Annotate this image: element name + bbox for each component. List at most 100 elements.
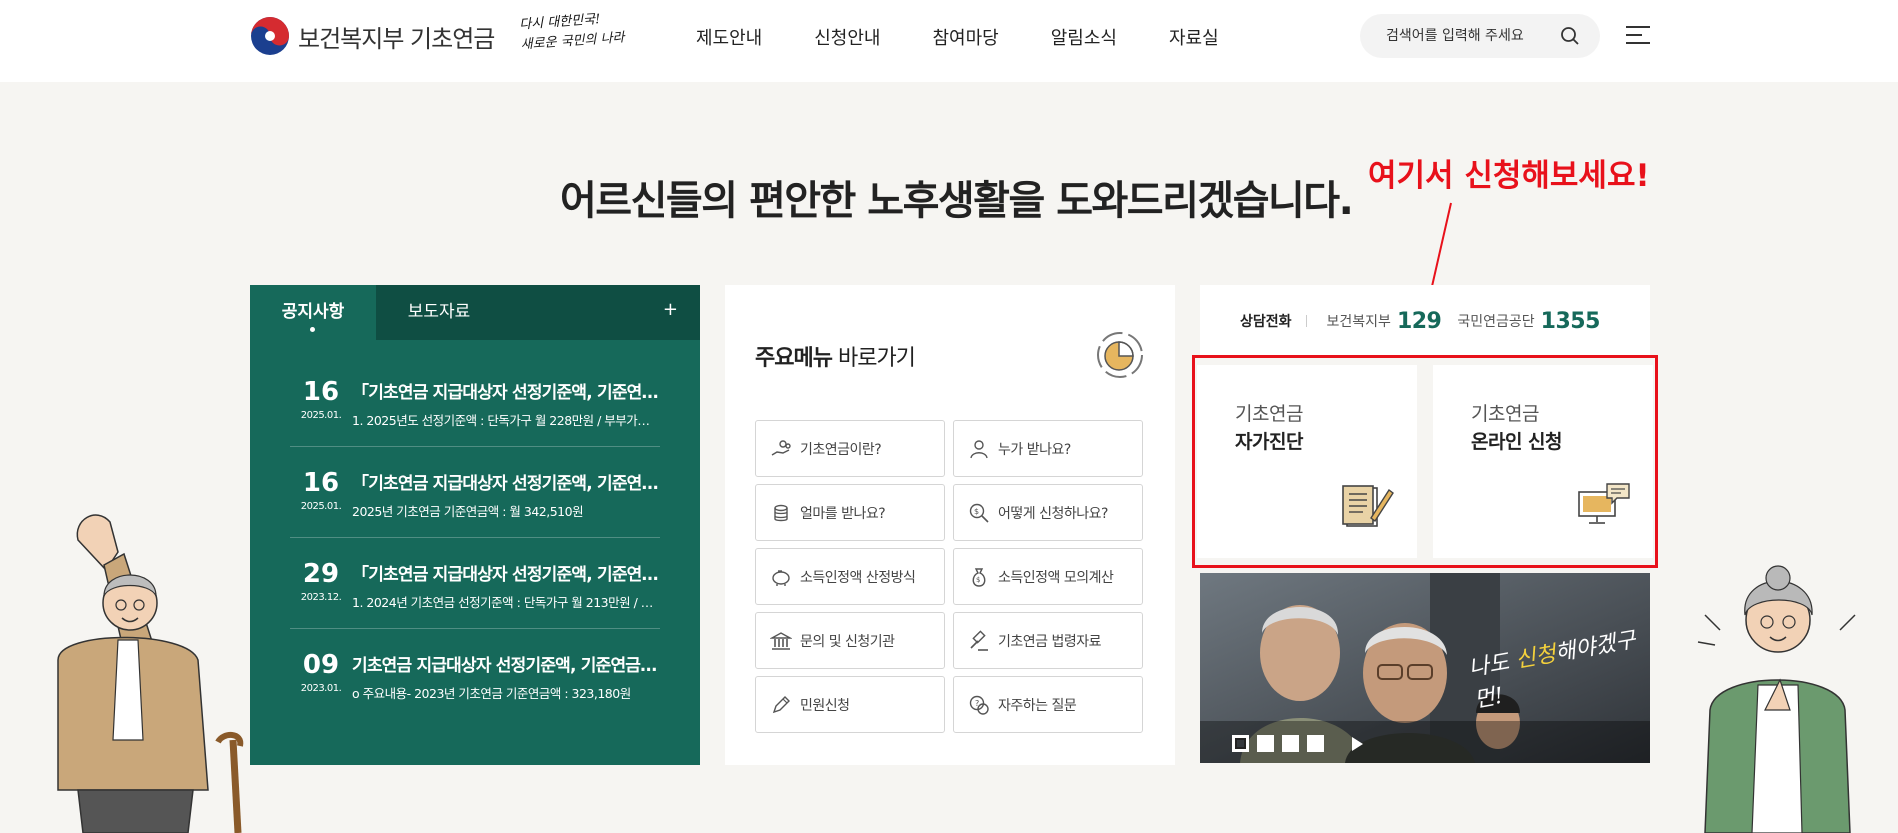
quick-menu-panel: 주요메뉴 바로가기 기초연금이란? 누가 받나요? 얼마를 받나요? $ 어떻게… (725, 285, 1175, 765)
nav-item-participation[interactable]: 참여마당 (933, 24, 999, 50)
quick-item-what-is-pension[interactable]: 기초연금이란? (755, 420, 945, 477)
quick-item-how-to-apply[interactable]: $ 어떻게 신청하나요? (953, 484, 1143, 541)
grandmother-illustration (1697, 565, 1856, 833)
notice-list: 16 2025.01. 「기초연금 지급대상자 선정기준액, 기준연금액 및 저소… (250, 356, 700, 720)
notice-item[interactable]: 16 2025.01. 「기초연금 지급대상자 선정기준액, 기준연금액 및 저소… (290, 356, 660, 447)
quick-item-income-method[interactable]: 소득인정액 산정방식 (755, 548, 945, 605)
banner-dot-2[interactable] (1257, 735, 1274, 752)
quick-item-label: 소득인정액 산정방식 (800, 569, 916, 586)
notice-desc: o 주요내용- 2023년 기초연금 기준연금액 : 323,180원 (352, 686, 631, 701)
main-navigation: 제도안내 신청안내 참여마당 알림소식 자료실 (696, 24, 1271, 50)
money-bag-icon: $ (972, 567, 986, 587)
call-number-1355[interactable]: 1355 (1541, 309, 1601, 334)
quick-item-label: 기초연금이란? (800, 441, 882, 458)
notice-item[interactable]: 29 2023.12. 「기초연금 지급대상자 선정기준액, 기준연금액 및 저소… (290, 538, 660, 629)
call-label: 상담전화 (1240, 314, 1292, 330)
search-money-icon: $ (969, 503, 989, 523)
quick-item-how-much[interactable]: 얼마를 받나요? (755, 484, 945, 541)
slogan: 다시 대한민국! 새로운 국민의 나라 (519, 8, 625, 55)
government-emblem-icon (251, 17, 289, 55)
notice-title[interactable]: 「기초연금 지급대상자 선정기준액, 기준연금액 및 저소득... (352, 560, 660, 585)
piggy-bank-icon (772, 569, 790, 586)
quick-item-faq[interactable]: ? 자주하는 질문 (953, 676, 1143, 733)
quick-item-label: 소득인정액 모의계산 (998, 569, 1114, 586)
question-bubble-icon: ? (969, 695, 989, 715)
promo-banner[interactable]: 나도 신청해야겠구먼! (1200, 573, 1650, 763)
site-header: 보건복지부 기초연금 다시 대한민국! 새로운 국민의 나라 제도안내 신청안내… (0, 0, 1898, 82)
quick-item-contact-agency[interactable]: 문의 및 신청기관 (755, 612, 945, 669)
quick-item-civil-petition[interactable]: 민원신청 (755, 676, 945, 733)
notice-year-month: 2025.01. (300, 410, 342, 421)
pie-chart-icon (1097, 332, 1143, 378)
notice-date: 16 2025.01. (290, 378, 352, 446)
quick-item-label: 민원신청 (800, 697, 850, 714)
notice-year-month: 2023.01. (300, 683, 342, 694)
notice-year-month: 2023.12. (300, 592, 342, 603)
notice-item[interactable]: 16 2025.01. 「기초연금 지급대상자 선정기준액, 기준연금액 및 저소… (290, 447, 660, 538)
quick-item-label: 어떻게 신청하나요? (998, 505, 1108, 522)
annotation-highlight-box (1192, 355, 1658, 568)
play-icon[interactable] (1352, 736, 1363, 751)
call-center-bar: 상담전화 보건복지부 129 국민연금공단 1355 (1200, 285, 1650, 357)
coins-hand-icon (771, 439, 791, 456)
search-box (1360, 14, 1600, 58)
pen-icon (772, 695, 790, 713)
search-icon[interactable] (1560, 26, 1580, 46)
quick-menu-grid: 기초연금이란? 누가 받나요? 얼마를 받나요? $ 어떻게 신청하나요? 소득… (755, 420, 1147, 733)
annotation-label: 여기서 신청해보세요! (1368, 158, 1650, 194)
quick-item-law-resources[interactable]: 기초연금 법령자료 (953, 612, 1143, 669)
call-org-nps: 국민연금공단 (1457, 314, 1535, 330)
svg-text:$: $ (976, 576, 980, 584)
banner-dot-4[interactable] (1307, 735, 1324, 752)
notice-day: 29 (302, 559, 340, 589)
notice-title[interactable]: 기초연금 지급대상자 선정기준액, 기준연금액 및 저소득... (352, 651, 660, 676)
quick-item-label: 문의 및 신청기관 (800, 633, 895, 650)
person-icon (970, 439, 988, 458)
notice-title[interactable]: 「기초연금 지급대상자 선정기준액, 기준연금액 및 저소득... (352, 378, 660, 403)
search-input[interactable] (1386, 28, 1556, 44)
notice-title[interactable]: 「기초연금 지급대상자 선정기준액, 기준연금액 및 저소득... (352, 469, 660, 494)
quick-item-label: 기초연금 법령자료 (998, 633, 1102, 650)
quick-item-income-simulation[interactable]: $ 소득인정액 모의계산 (953, 548, 1143, 605)
tab-press[interactable]: 보도자료 (376, 285, 502, 340)
notice-more-button[interactable]: + (663, 299, 678, 320)
quick-menu-title: 주요메뉴 바로가기 (755, 346, 916, 371)
nav-item-news[interactable]: 알림소식 (1051, 24, 1117, 50)
hamburger-menu-icon[interactable] (1626, 26, 1650, 46)
hero-title: 어르신들의 편안한 노후생활을 도와드리겠습니다. (560, 178, 1354, 224)
site-logo[interactable]: 보건복지부 기초연금 (250, 16, 495, 56)
svg-text:?: ? (975, 699, 979, 708)
notice-item[interactable]: 09 2023.01. 기초연금 지급대상자 선정기준액, 기준연금액 및 저소득… (290, 629, 660, 720)
notice-tabs: 공지사항 보도자료 (250, 285, 700, 340)
quick-item-who-receives[interactable]: 누가 받나요? (953, 420, 1143, 477)
notice-date: 16 2025.01. (290, 469, 352, 537)
call-number-129[interactable]: 129 (1397, 309, 1442, 334)
nav-item-resources[interactable]: 자료실 (1169, 24, 1219, 50)
banner-dot-1[interactable] (1232, 735, 1249, 752)
notice-day: 16 (302, 377, 340, 407)
quick-item-label: 얼마를 받나요? (800, 505, 886, 522)
notice-desc: 1. 2024년 기초연금 선정기준액 : 단독가구 월 213만원 / 부부가… (352, 595, 660, 610)
notice-day: 09 (302, 650, 340, 680)
notice-year-month: 2025.01. (300, 501, 342, 512)
tab-notice[interactable]: 공지사항 (250, 285, 376, 340)
quick-item-label: 자주하는 질문 (998, 697, 1077, 714)
svg-text:$: $ (974, 507, 979, 516)
nav-item-application[interactable]: 신청안내 (814, 24, 880, 50)
bank-icon (770, 631, 792, 650)
divider (1305, 315, 1307, 327)
call-org-mohw: 보건복지부 (1326, 314, 1391, 330)
banner-dot-3[interactable] (1282, 735, 1299, 752)
gavel-icon (970, 629, 988, 651)
nav-item-system[interactable]: 제도안내 (696, 24, 762, 50)
grandfather-illustration (57, 514, 244, 833)
banner-pagination (1232, 735, 1363, 752)
notice-panel: 공지사항 보도자료 + 16 2025.01. 「기초연금 지급대상자 선정기준액… (250, 285, 700, 765)
notice-desc: 1. 2025년도 선정기준액 : 단독가구 월 228만원 / 부부가구 월 … (352, 413, 660, 428)
notice-desc: 2025년 기초연금 기준연금액 : 월 342,510원 (352, 504, 584, 519)
notice-date: 29 2023.12. (290, 560, 352, 628)
notice-date: 09 2023.01. (290, 651, 352, 720)
notice-day: 16 (302, 468, 340, 498)
coin-stack-icon (774, 504, 788, 521)
quick-item-label: 누가 받나요? (998, 441, 1071, 458)
